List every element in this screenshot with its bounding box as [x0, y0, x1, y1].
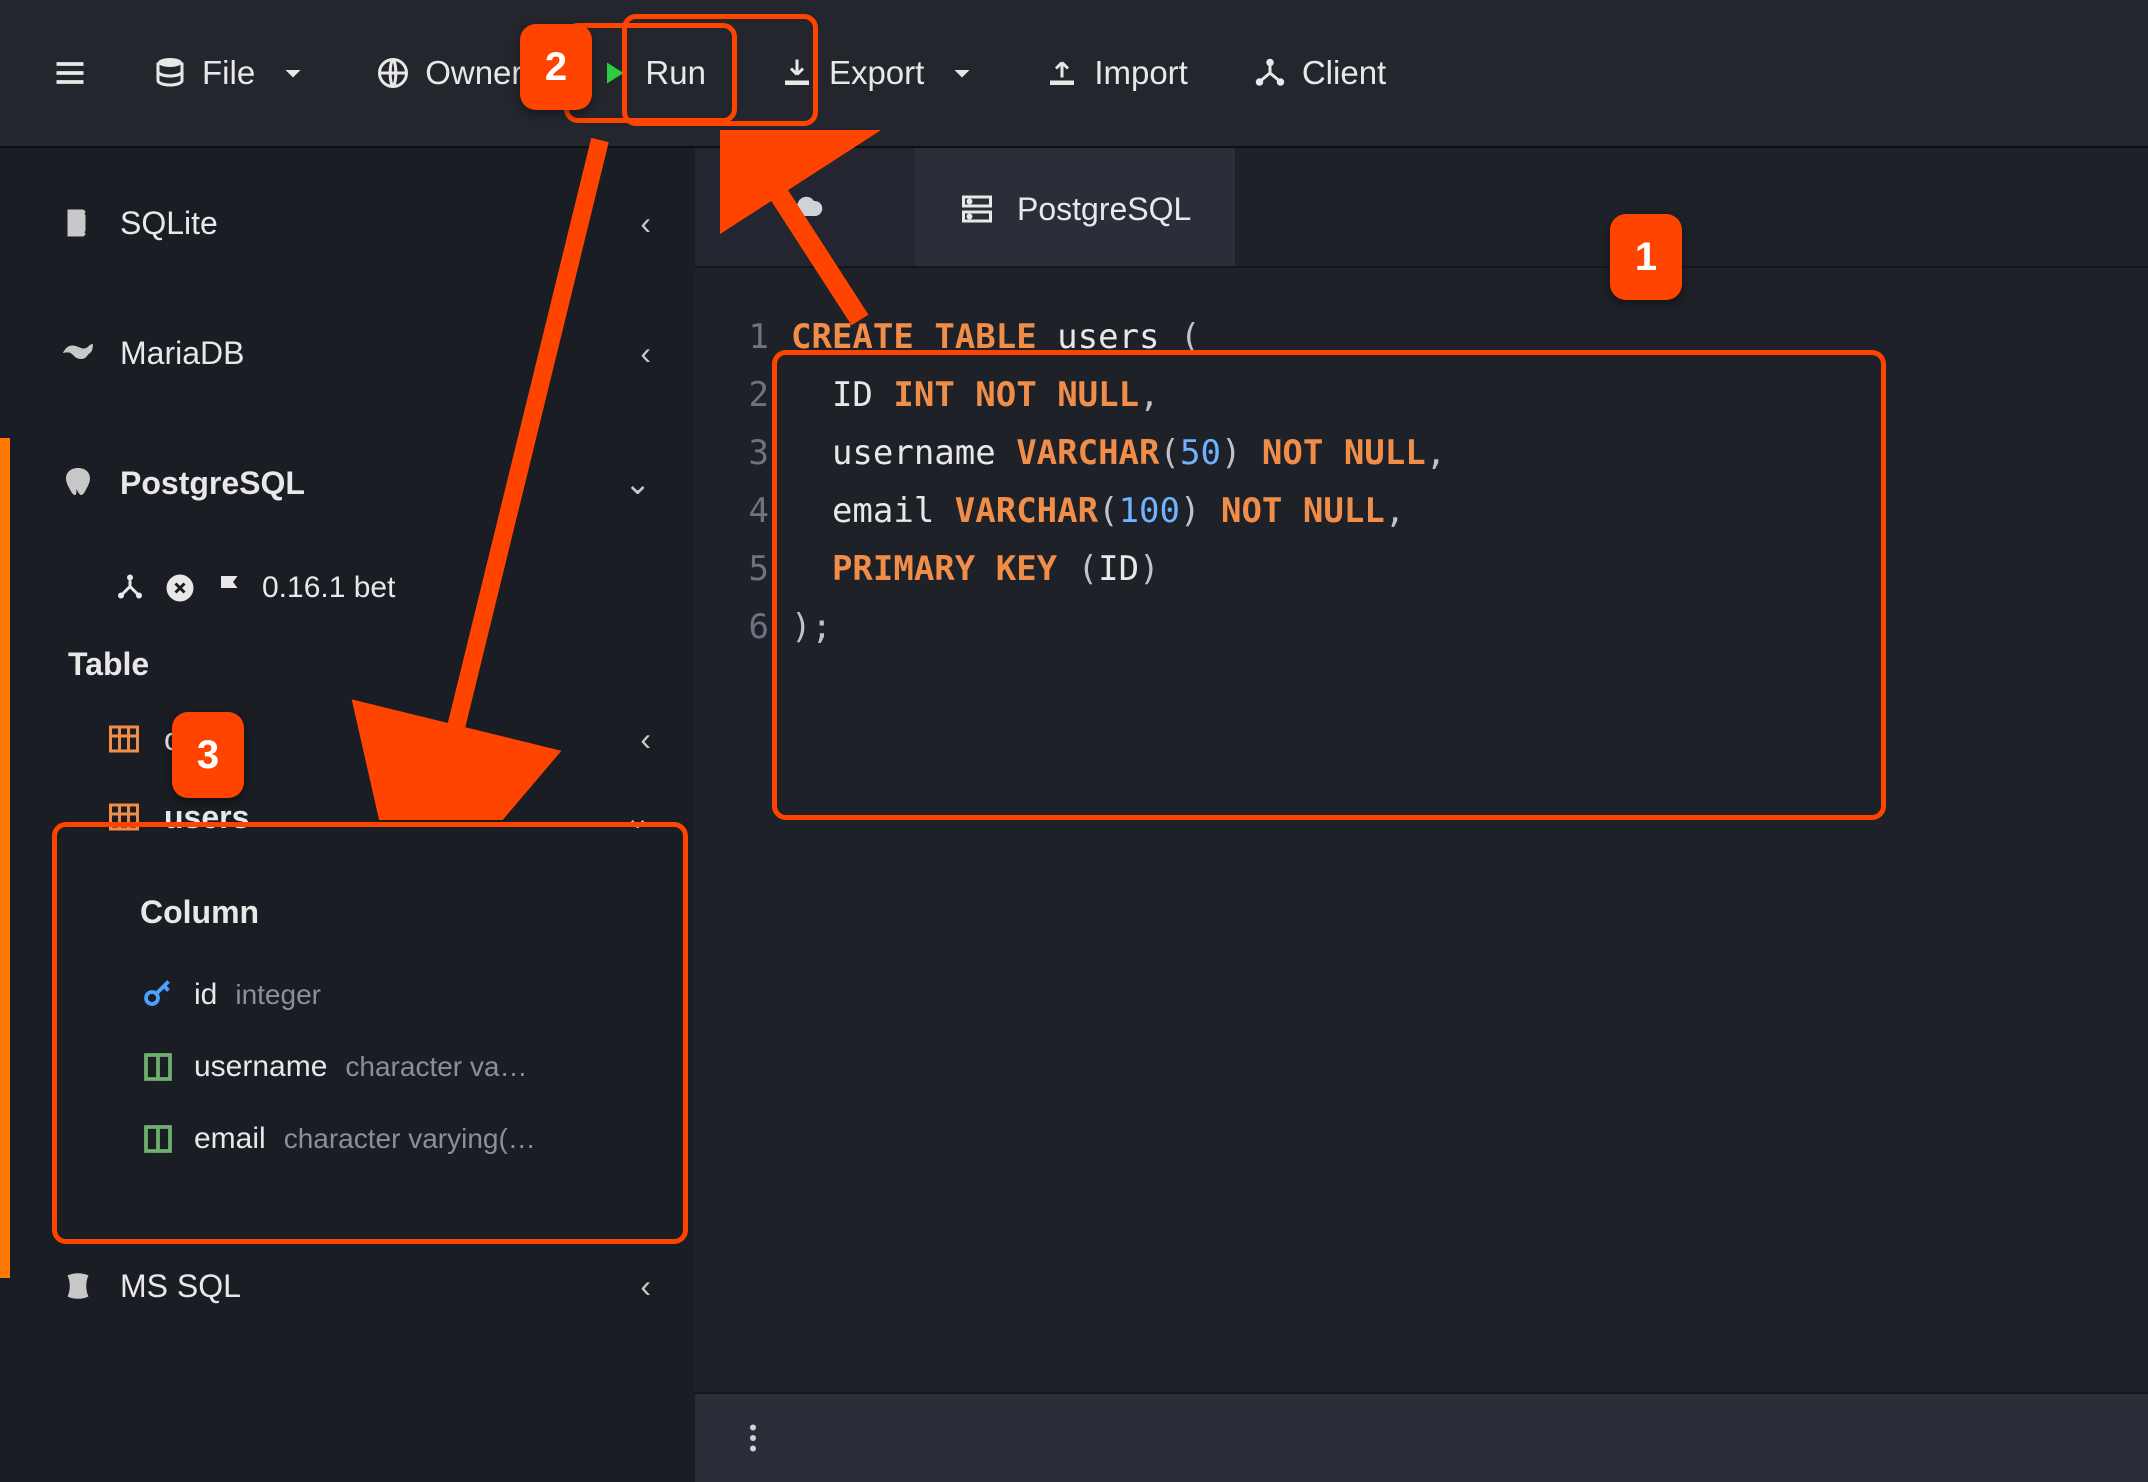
- column-type: integer: [235, 979, 321, 1011]
- postgresql-icon: [60, 465, 96, 501]
- sidebar-db-postgresql[interactable]: PostgreSQL ⌄: [0, 418, 695, 548]
- menu-button[interactable]: [30, 39, 110, 107]
- sidebar-db-label: MariaDB: [120, 335, 244, 372]
- code-content: ID INT NOT NULL,: [791, 366, 1160, 424]
- results-bar: [695, 1392, 2148, 1482]
- code-line[interactable]: 2 ID INT NOT NULL,: [745, 366, 2098, 424]
- code-content: username VARCHAR(50) NOT NULL,: [791, 424, 1446, 482]
- tab-label: PostgreSQL: [1017, 191, 1191, 228]
- line-number: 6: [745, 598, 791, 656]
- tab-cloud[interactable]: [695, 148, 915, 266]
- chevron-left-icon: ‹: [640, 335, 651, 372]
- table-name: users: [164, 799, 249, 836]
- caret-down-icon: [944, 55, 980, 91]
- code-line[interactable]: 3 username VARCHAR(50) NOT NULL,: [745, 424, 2098, 482]
- chevron-left-icon: ‹: [640, 205, 651, 242]
- file-menu[interactable]: File: [130, 38, 333, 108]
- sql-editor[interactable]: 1CREATE TABLE users (2 ID INT NOT NULL,3…: [695, 268, 2148, 1392]
- column-item[interactable]: username character va…: [140, 1031, 651, 1103]
- column-name: email: [194, 1122, 266, 1156]
- annotation-badge-3: 3: [172, 712, 244, 798]
- table-icon: [106, 799, 142, 835]
- code-content: CREATE TABLE users (: [791, 308, 1200, 366]
- code-content: PRIMARY KEY (ID): [791, 540, 1160, 598]
- code-line[interactable]: 5 PRIMARY KEY (ID): [745, 540, 2098, 598]
- close-circle-icon[interactable]: [162, 570, 198, 606]
- mssql-icon: [60, 1268, 96, 1304]
- export-menu-label: Export: [829, 54, 924, 92]
- chevron-down-icon: ⌄: [624, 798, 651, 836]
- code-line[interactable]: 4 email VARCHAR(100) NOT NULL,: [745, 482, 2098, 540]
- server-icon: [959, 191, 995, 227]
- chevron-left-icon: ‹: [640, 1268, 651, 1305]
- line-number: 3: [745, 424, 791, 482]
- flag-icon: [212, 570, 248, 606]
- import-button-label: Import: [1094, 54, 1188, 92]
- file-menu-label: File: [202, 54, 255, 92]
- owner-menu-label: Owner: [425, 54, 522, 92]
- line-number: 5: [745, 540, 791, 598]
- chevron-left-icon: ‹: [640, 721, 651, 758]
- client-button[interactable]: Client: [1230, 38, 1408, 108]
- column-name: id: [194, 978, 217, 1012]
- download-icon: [779, 55, 815, 91]
- sidebar: SQLite ‹ MariaDB ‹ PostgreSQL ⌄ 0.16.1: [0, 148, 695, 1482]
- column-icon: [140, 1121, 176, 1157]
- sqlite-icon: [60, 205, 96, 241]
- owner-menu[interactable]: Owner: [353, 38, 544, 108]
- mariadb-icon: [60, 335, 96, 371]
- import-button[interactable]: Import: [1022, 38, 1210, 108]
- active-db-indicator: [0, 438, 10, 1278]
- sidebar-db-label: SQLite: [120, 205, 218, 242]
- tab-postgresql[interactable]: PostgreSQL: [915, 148, 1235, 266]
- export-menu[interactable]: Export: [757, 38, 1002, 108]
- column-heading: Column: [140, 894, 651, 931]
- table-icon: [106, 721, 142, 757]
- sidebar-db-label: MS SQL: [120, 1268, 241, 1305]
- connection-row[interactable]: 0.16.1 bet: [0, 548, 695, 628]
- sidebar-table-item[interactable]: o ‹: [0, 700, 695, 778]
- code-line[interactable]: 1CREATE TABLE users (: [745, 308, 2098, 366]
- database-icon: [152, 55, 188, 91]
- column-item[interactable]: id integer: [140, 959, 651, 1031]
- editor-tabs: PostgreSQL: [695, 148, 2148, 268]
- code-content: email VARCHAR(100) NOT NULL,: [791, 482, 1405, 540]
- sidebar-db-mariadb[interactable]: MariaDB ‹: [0, 288, 695, 418]
- code-line[interactable]: 6);: [745, 598, 2098, 656]
- line-number: 4: [745, 482, 791, 540]
- toolbar: File Owner Run Export Import Cli: [0, 0, 2148, 148]
- annotation-badge-1: 1: [1610, 214, 1682, 300]
- code-content: );: [791, 598, 832, 656]
- network-icon: [1252, 55, 1288, 91]
- hamburger-icon: [52, 55, 88, 91]
- line-number: 2: [745, 366, 791, 424]
- globe-icon: [375, 55, 411, 91]
- sidebar-db-sqlite[interactable]: SQLite ‹: [0, 158, 695, 288]
- column-name: username: [194, 1050, 327, 1084]
- upload-icon: [1044, 55, 1080, 91]
- client-button-label: Client: [1302, 54, 1386, 92]
- column-icon: [140, 1049, 176, 1085]
- line-number: 1: [745, 308, 791, 366]
- sidebar-table-users[interactable]: users ⌄: [0, 778, 695, 856]
- column-item[interactable]: email character varying(…: [140, 1103, 651, 1175]
- chevron-down-icon: ⌄: [624, 464, 651, 502]
- play-icon: [595, 55, 631, 91]
- columns-section: Column id integer username character va……: [0, 856, 695, 1201]
- table-section-label: Table: [0, 628, 695, 700]
- annotation-badge-2: 2: [520, 24, 592, 110]
- sidebar-db-mssql[interactable]: MS SQL ‹: [0, 1221, 695, 1351]
- cloud-icon: [787, 189, 823, 225]
- network-icon: [112, 570, 148, 606]
- connection-version: 0.16.1 bet: [262, 571, 395, 605]
- main-area: PostgreSQL 1CREATE TABLE users (2 ID INT…: [695, 148, 2148, 1482]
- run-button[interactable]: Run: [573, 38, 728, 108]
- column-type: character varying(…: [284, 1123, 536, 1155]
- key-icon: [140, 977, 176, 1013]
- column-type: character va…: [345, 1051, 527, 1083]
- sidebar-db-label: PostgreSQL: [120, 465, 305, 502]
- run-button-label: Run: [645, 54, 706, 92]
- more-vertical-icon[interactable]: [735, 1420, 771, 1456]
- caret-down-icon: [275, 55, 311, 91]
